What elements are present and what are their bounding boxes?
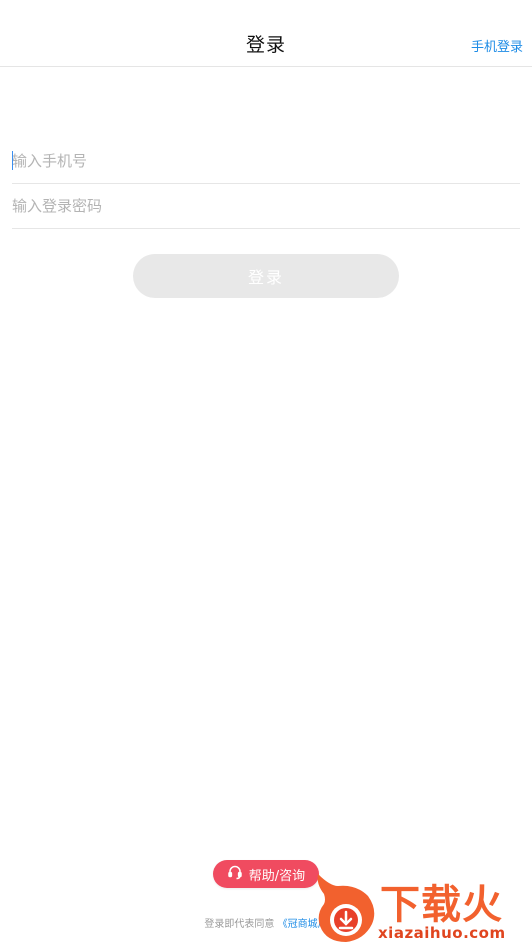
help-label: 帮助/咨询 [248, 868, 306, 884]
nav-header: 登录 手机登录 [0, 0, 532, 67]
headset-icon [227, 864, 243, 884]
watermark-logo: 下载火 xiazaihuo.com [316, 872, 528, 944]
phone-field[interactable] [12, 139, 520, 184]
login-button[interactable]: 登录 [133, 254, 399, 298]
page-title: 登录 [245, 34, 286, 56]
phone-login-link[interactable]: 手机登录 [471, 36, 523, 55]
watermark-brand: 下载火 [380, 882, 503, 928]
phone-input[interactable] [12, 139, 520, 183]
agreement-prefix: 登录即代表同意 [204, 919, 275, 930]
password-input[interactable] [12, 184, 520, 228]
flame-logo-icon [317, 874, 375, 942]
help-consult-button[interactable]: 帮助/咨询 [213, 860, 319, 888]
password-field[interactable] [12, 184, 520, 229]
watermark-domain: xiazaihuo.com [378, 924, 506, 942]
text-caret [12, 151, 13, 170]
